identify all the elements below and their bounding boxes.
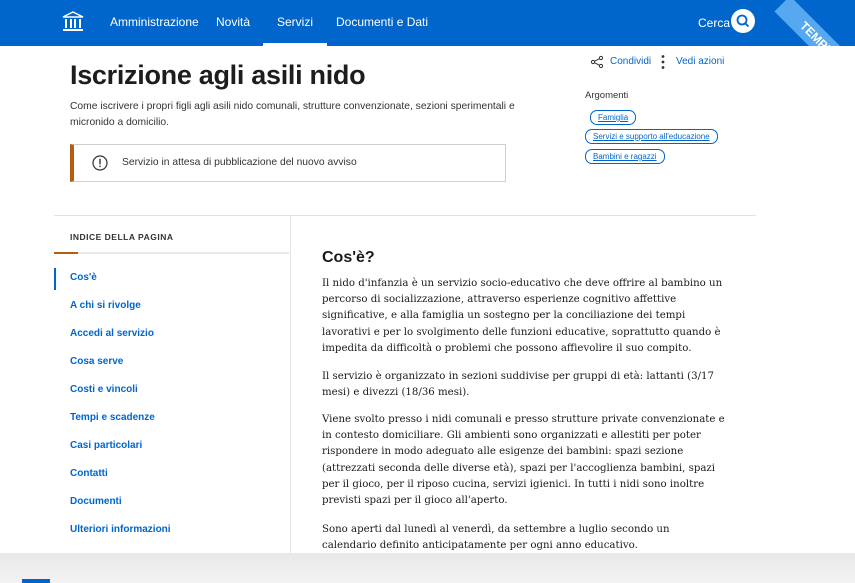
reading-progress-fill (54, 252, 78, 254)
more-vertical-icon (661, 55, 665, 69)
section-heading: Cos'è? (322, 249, 375, 266)
index-item-a-chi-si-rivolge[interactable]: A chi si rivolge (70, 300, 141, 311)
search-button[interactable] (731, 9, 755, 33)
nav-item-amministrazione[interactable]: Amministrazione (110, 15, 199, 29)
nav-item-novita[interactable]: Novità (216, 15, 250, 29)
active-item-indicator (54, 268, 56, 290)
page-subtitle: Come iscrivere i propri figli agli asili… (70, 101, 515, 128)
page-body: Iscrizione agli asili nido Come iscriver… (0, 46, 855, 583)
index-item-ulteriori-informazioni[interactable]: Ulteriori informazioni (70, 524, 171, 535)
more-actions-label: Vedi azioni (676, 56, 725, 67)
search-label[interactable]: Cerca (698, 16, 730, 30)
footer-logo (22, 579, 50, 583)
content-paragraph: Sono aperti dal lunedì al venerdì, da se… (322, 524, 670, 552)
nav-item-servizi[interactable]: Servizi (262, 15, 328, 46)
notice-text: Servizio in attesa di pubblicazione del … (122, 157, 357, 168)
reading-progress-bar (54, 252, 289, 254)
nav-item-documenti-e-dati[interactable]: Documenti e Dati (336, 15, 428, 29)
content-paragraph: Il nido d'infanzia è un servizio socio-e… (322, 278, 723, 354)
page-title: Iscrizione agli asili nido (70, 60, 366, 90)
index-item-contatti[interactable]: Contatti (70, 468, 108, 479)
index-item-casi-particolari[interactable]: Casi particolari (70, 440, 142, 451)
topic-chip-bambini-ragazzi[interactable]: Bambini e ragazzi (585, 149, 665, 164)
topic-chip-famiglia[interactable]: Famiglia (590, 110, 637, 125)
footer-bar (0, 553, 855, 583)
index-item-documenti[interactable]: Documenti (70, 496, 122, 507)
page-index-heading: INDICE DELLA PAGINA (70, 232, 174, 242)
topic-chip-servizi-educazione[interactable]: Servizi e supporto all'educazione (585, 129, 718, 144)
index-item-cos-e[interactable]: Cos'è (70, 272, 97, 283)
index-item-cosa-serve[interactable]: Cosa serve (70, 356, 123, 367)
institution-logo-icon[interactable] (62, 11, 84, 33)
page-index-sidebar: INDICE DELLA PAGINA Cos'è A chi si rivol… (54, 216, 291, 583)
share-icon (590, 55, 604, 69)
topics-heading: Argomenti (585, 90, 629, 101)
index-item-accedi-al-servizio[interactable]: Accedi al servizio (70, 328, 154, 339)
alert-circle-icon (92, 155, 108, 171)
search-icon (736, 14, 750, 28)
index-item-tempi-e-scadenze[interactable]: Tempi e scadenze (70, 412, 155, 423)
top-navigation: Amministrazione Novità Servizi Documenti… (0, 0, 855, 97)
notice-callout: Servizio in attesa di pubblicazione del … (70, 144, 506, 182)
share-label: Condividi (610, 56, 652, 67)
content-paragraph: Il servizio è organizzato in sezioni sud… (322, 371, 714, 399)
content-paragraph: Viene svolto presso i nidi comunali e pr… (322, 414, 725, 507)
index-item-costi-e-vincoli[interactable]: Costi e vincoli (70, 384, 138, 395)
